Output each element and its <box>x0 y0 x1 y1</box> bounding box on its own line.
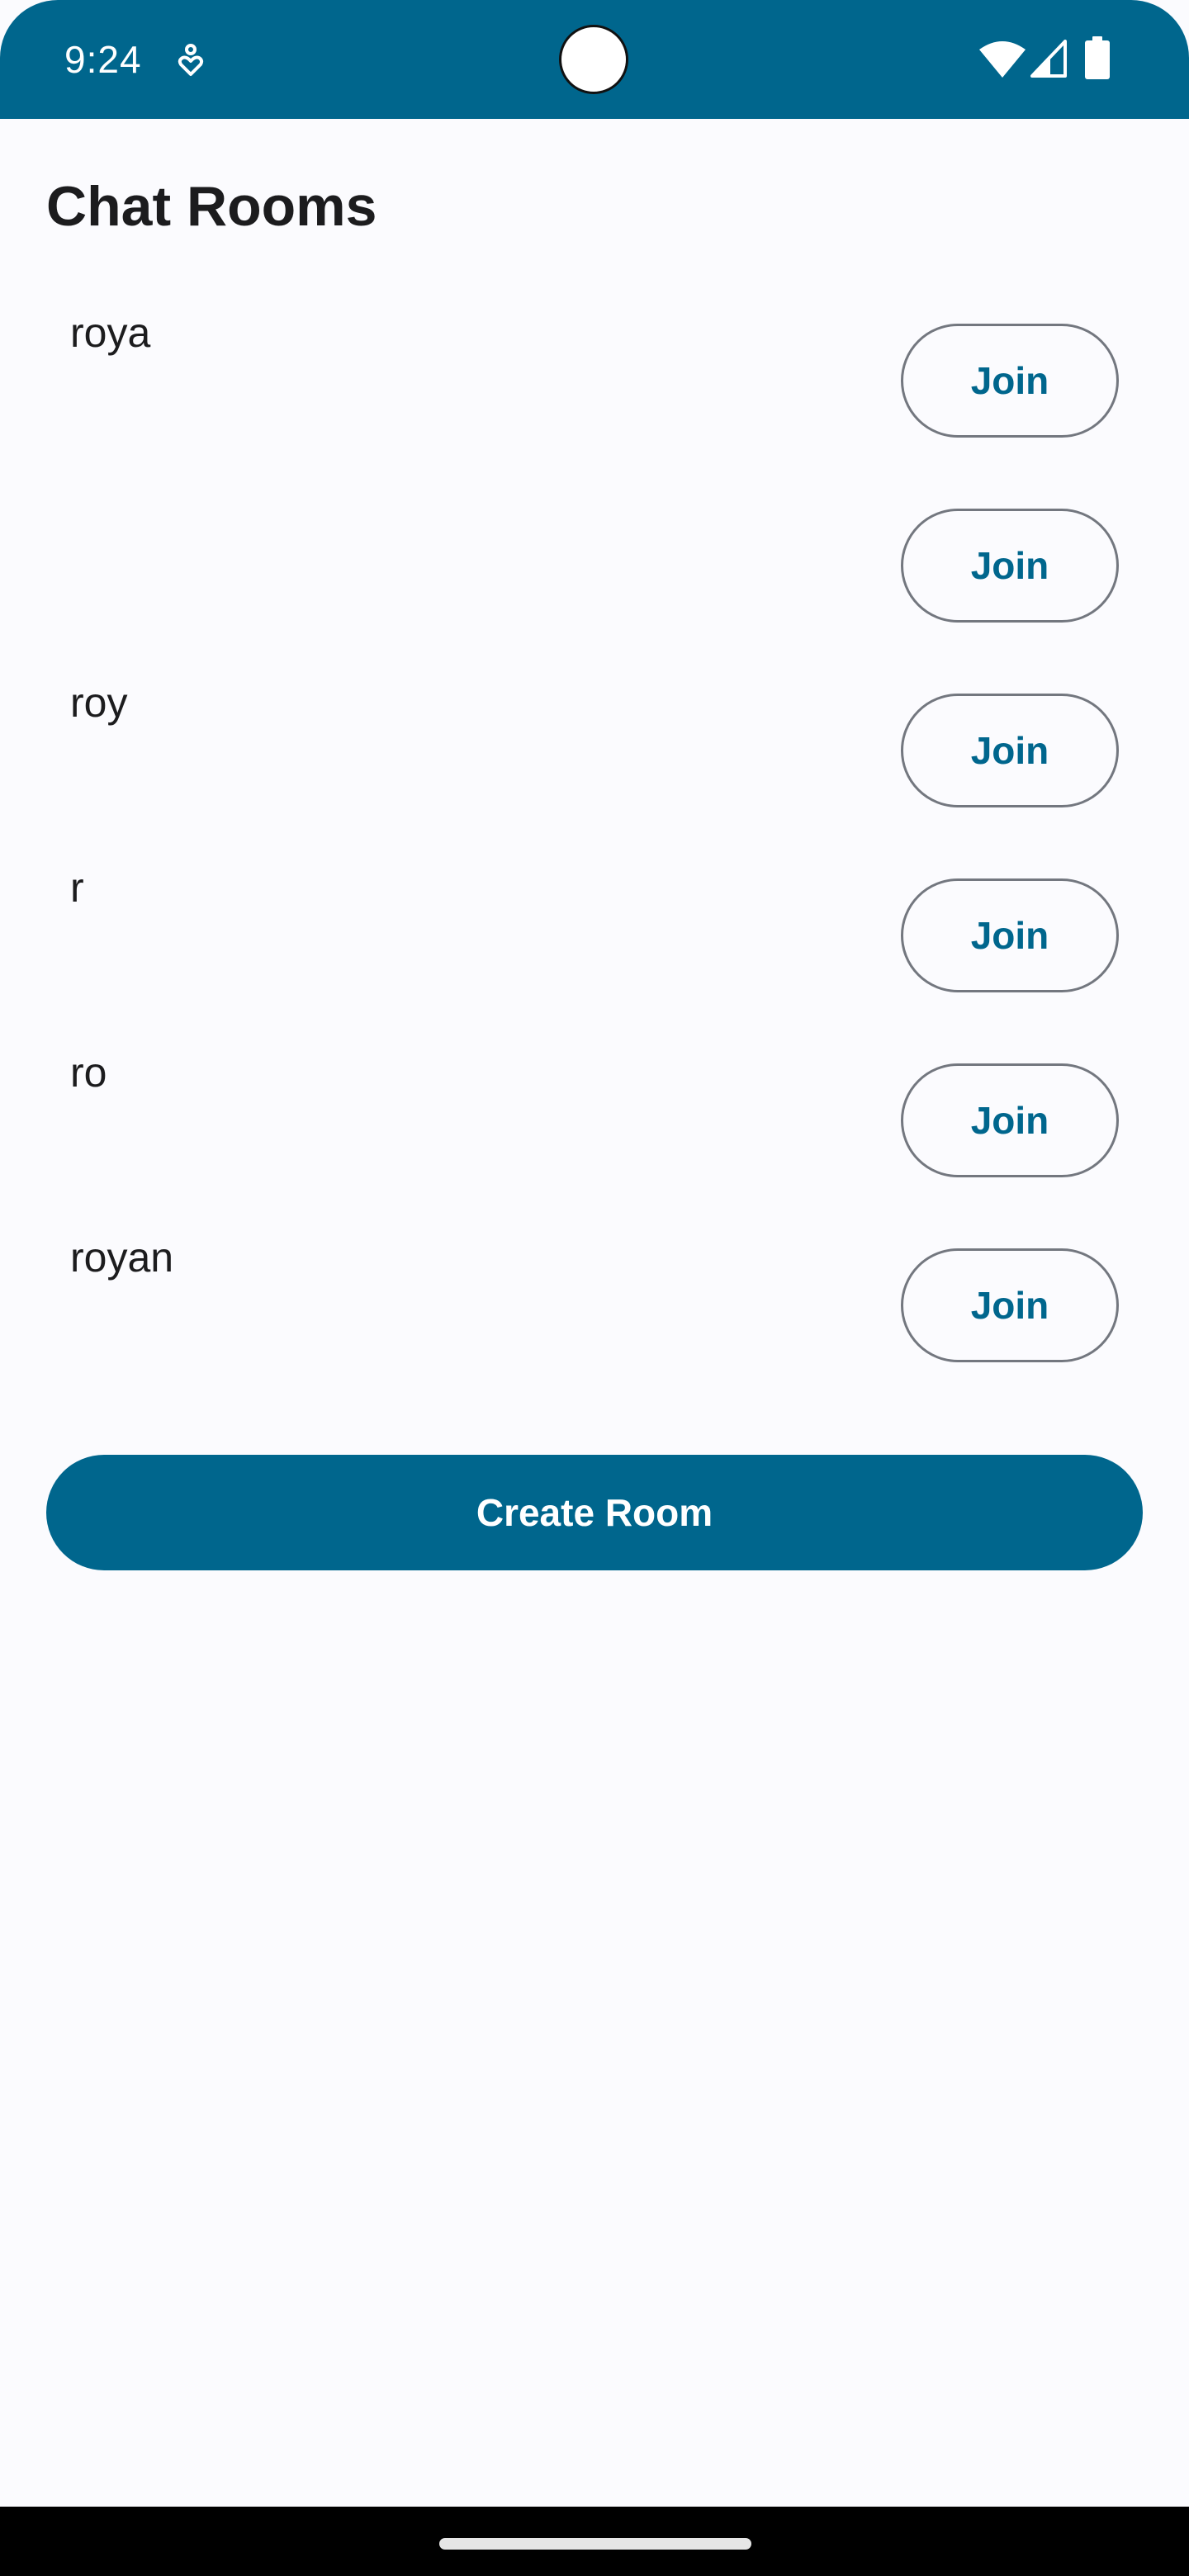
status-bar: 9:24 <box>0 0 1189 119</box>
wifi-icon <box>979 40 1026 78</box>
battery-icon <box>1085 36 1110 79</box>
room-row: royan Join <box>0 1229 1189 1413</box>
camera-cutout <box>559 25 628 94</box>
room-name: roya <box>70 310 151 356</box>
join-button[interactable]: Join <box>901 324 1119 438</box>
app-notification-icon <box>177 43 205 78</box>
status-time: 9:24 <box>64 38 142 81</box>
join-button[interactable]: Join <box>901 1248 1119 1362</box>
join-button[interactable]: Join <box>901 878 1119 992</box>
room-name: royan <box>70 1234 174 1281</box>
room-row: roy Join <box>0 674 1189 859</box>
room-row: Join <box>0 489 1189 674</box>
join-button[interactable]: Join <box>901 509 1119 623</box>
room-name: ro <box>70 1049 107 1096</box>
room-name: roy <box>70 680 128 726</box>
room-row: ro Join <box>0 1044 1189 1229</box>
join-button[interactable]: Join <box>901 694 1119 807</box>
page-title: Chat Rooms <box>46 175 377 238</box>
room-name: r <box>70 864 84 911</box>
join-button[interactable]: Join <box>901 1063 1119 1177</box>
create-room-button[interactable]: Create Room <box>46 1455 1143 1570</box>
home-gesture-handle[interactable] <box>439 2538 751 2550</box>
room-row: r Join <box>0 859 1189 1044</box>
navigation-bar <box>0 2507 1189 2576</box>
cellular-signal-icon <box>1030 40 1067 78</box>
room-row: roya Join <box>0 304 1189 489</box>
